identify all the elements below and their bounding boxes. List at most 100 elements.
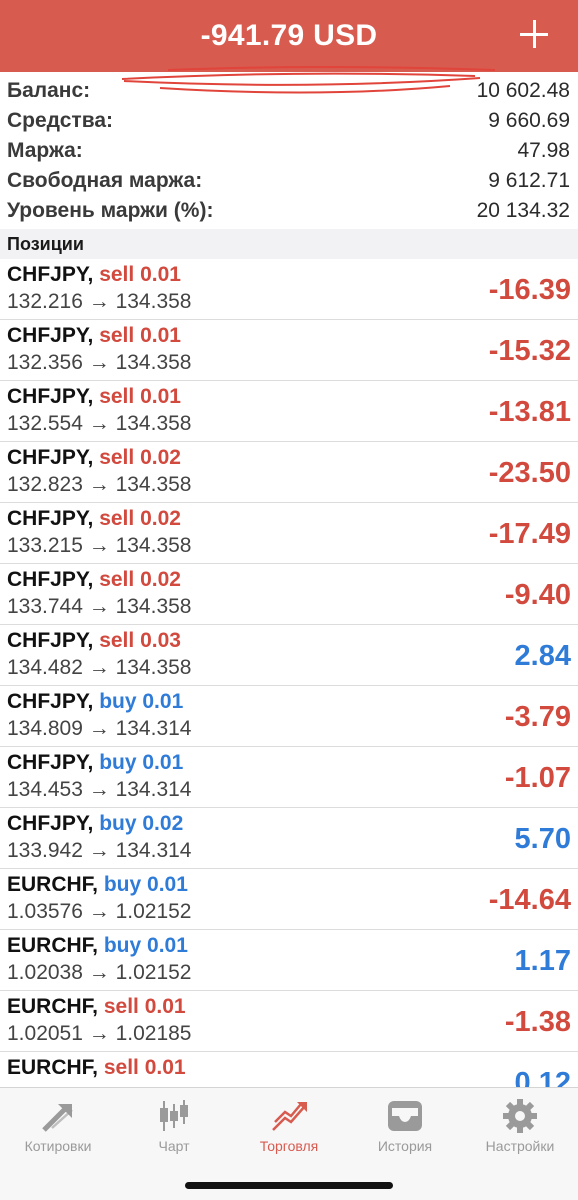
position-symbol: EURCHF,	[7, 873, 99, 896]
position-side: buy 0.01	[103, 873, 188, 896]
top-bar: -941.79 USD	[0, 0, 578, 72]
position-row[interactable]: CHFJPY, sell 0.01 132.216 → 134.358 -16.…	[0, 259, 578, 320]
history-inbox-icon	[388, 1101, 422, 1131]
position-symbol: CHFJPY,	[7, 568, 94, 591]
position-prices: 132.823 → 134.358	[7, 473, 192, 496]
tab-quotes-label: Котировки	[24, 1138, 92, 1154]
account-summary: Баланс: 10 602.48 Средства: 9 660.69 Мар…	[0, 76, 578, 226]
position-side: sell 0.02	[99, 446, 181, 469]
position-row[interactable]: EURCHF, sell 0.01 0.12	[0, 1052, 578, 1087]
position-symbol: CHFJPY,	[7, 507, 94, 530]
position-profit: -1.07	[504, 762, 571, 794]
position-prices: 1.03576 → 1.02152	[7, 900, 192, 923]
position-symbol: CHFJPY,	[7, 446, 94, 469]
position-profit: -15.32	[488, 335, 571, 367]
tab-settings[interactable]: Настройки	[462, 1088, 578, 1158]
position-profit: 1.17	[514, 945, 571, 977]
equity-value: 9 660.69	[488, 109, 570, 132]
position-side: sell 0.02	[99, 507, 181, 530]
position-symbol: CHFJPY,	[7, 263, 94, 286]
free-margin-label: Свободная маржа:	[7, 169, 203, 192]
position-symbol: CHFJPY,	[7, 812, 94, 835]
positions-header: Позиции	[0, 229, 578, 259]
position-side: buy 0.01	[99, 690, 184, 713]
margin-level-value: 20 134.32	[476, 199, 570, 222]
position-symbol: CHFJPY,	[7, 690, 94, 713]
position-row[interactable]: CHFJPY, buy 0.01 134.453 → 134.314 -1.07	[0, 747, 578, 808]
gear-icon	[503, 1099, 537, 1133]
position-row[interactable]: EURCHF, buy 0.01 1.02038 → 1.02152 1.17	[0, 930, 578, 991]
position-prices: 134.809 → 134.314	[7, 717, 192, 740]
tab-trade[interactable]: Торговля	[231, 1088, 347, 1158]
tab-chart-label: Чарт	[158, 1138, 190, 1154]
position-symbol: EURCHF,	[7, 1056, 99, 1079]
position-side: sell 0.03	[99, 629, 181, 652]
balance-label: Баланс:	[7, 79, 91, 102]
tab-chart[interactable]: Чарт	[116, 1088, 232, 1158]
trade-chart-icon	[272, 1102, 307, 1131]
position-profit: 0.12	[514, 1067, 571, 1087]
position-row[interactable]: EURCHF, buy 0.01 1.03576 → 1.02152 -14.6…	[0, 869, 578, 930]
home-indicator[interactable]	[185, 1182, 393, 1189]
position-side: sell 0.01	[99, 324, 181, 347]
balance-value: 10 602.48	[476, 79, 570, 102]
position-row[interactable]: EURCHF, sell 0.01 1.02051 → 1.02185 -1.3…	[0, 991, 578, 1052]
position-prices: 133.744 → 134.358	[7, 595, 192, 618]
position-side: sell 0.01	[99, 385, 181, 408]
position-row[interactable]: CHFJPY, sell 0.02 132.823 → 134.358 -23.…	[0, 442, 578, 503]
position-symbol: EURCHF,	[7, 934, 99, 957]
position-symbol: CHFJPY,	[7, 629, 94, 652]
position-side: buy 0.01	[103, 934, 188, 957]
position-prices: 132.216 → 134.358	[7, 290, 192, 313]
position-side: sell 0.01	[99, 263, 181, 286]
position-side: sell 0.01	[103, 995, 186, 1018]
position-side: sell 0.01	[103, 1056, 186, 1079]
position-profit: -9.40	[504, 579, 571, 611]
margin-row: Маржа: 47.98	[0, 136, 578, 166]
position-row[interactable]: CHFJPY, sell 0.03 134.482 → 134.358 2.84	[0, 625, 578, 686]
tab-settings-label: Настройки	[485, 1138, 555, 1154]
position-profit: -3.79	[504, 701, 571, 733]
position-side: buy 0.02	[99, 812, 184, 835]
tab-quotes[interactable]: Котировки	[0, 1088, 116, 1158]
position-row[interactable]: CHFJPY, buy 0.01 134.809 → 134.314 -3.79	[0, 686, 578, 747]
balance-row: Баланс: 10 602.48	[0, 76, 578, 106]
tab-history-label: История	[377, 1138, 433, 1154]
position-prices: 134.453 → 134.314	[7, 778, 192, 801]
position-prices: 1.02038 → 1.02152	[7, 961, 192, 984]
position-profit: -23.50	[488, 457, 571, 489]
position-profit: 5.70	[514, 823, 571, 855]
add-order-button[interactable]	[516, 16, 552, 52]
margin-value: 47.98	[517, 139, 570, 162]
free-margin-row: Свободная маржа: 9 612.71	[0, 166, 578, 196]
position-prices: 133.942 → 134.314	[7, 839, 192, 862]
position-prices: 132.554 → 134.358	[7, 412, 192, 435]
position-symbol: CHFJPY,	[7, 385, 94, 408]
equity-row: Средства: 9 660.69	[0, 106, 578, 136]
positions-list[interactable]: CHFJPY, sell 0.01 132.216 → 134.358 -16.…	[0, 259, 578, 1087]
position-prices: 134.482 → 134.358	[7, 656, 192, 679]
position-prices: 1.02051 → 1.02185	[7, 1022, 192, 1045]
position-row[interactable]: CHFJPY, sell 0.01 132.554 → 134.358 -13.…	[0, 381, 578, 442]
free-margin-value: 9 612.71	[488, 169, 570, 192]
position-row[interactable]: CHFJPY, buy 0.02 133.942 → 134.314 5.70	[0, 808, 578, 869]
candlestick-chart-icon	[160, 1100, 188, 1131]
position-row[interactable]: CHFJPY, sell 0.02 133.215 → 134.358 -17.…	[0, 503, 578, 564]
margin-level-label: Уровень маржи (%):	[7, 199, 214, 222]
position-side: buy 0.01	[99, 751, 184, 774]
position-symbol: CHFJPY,	[7, 751, 94, 774]
position-profit: -14.64	[488, 884, 571, 916]
position-symbol: CHFJPY,	[7, 324, 94, 347]
margin-level-row: Уровень маржи (%): 20 134.32	[0, 196, 578, 226]
tab-history[interactable]: История	[347, 1088, 463, 1158]
position-profit: -17.49	[488, 518, 571, 550]
position-row[interactable]: CHFJPY, sell 0.01 132.356 → 134.358 -15.…	[0, 320, 578, 381]
position-symbol: EURCHF,	[7, 995, 99, 1018]
tab-trade-label: Торговля	[259, 1138, 319, 1154]
equity-label: Средства:	[7, 109, 113, 132]
position-row[interactable]: CHFJPY, sell 0.02 133.744 → 134.358 -9.4…	[0, 564, 578, 625]
position-profit: 2.84	[514, 640, 571, 672]
floating-profit-title: -941.79 USD	[200, 19, 378, 52]
position-prices: 133.215 → 134.358	[7, 534, 192, 557]
quotes-arrows-icon	[42, 1104, 73, 1132]
